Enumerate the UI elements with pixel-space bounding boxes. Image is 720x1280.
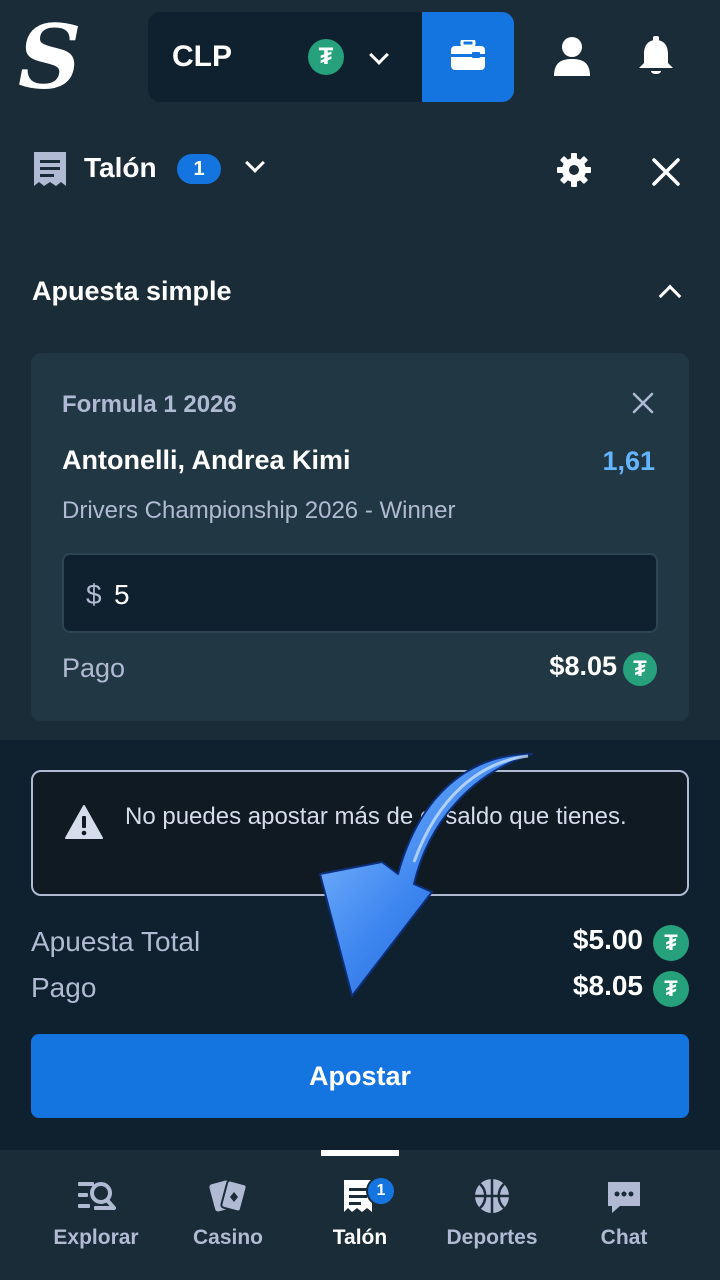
chevron-down-icon[interactable] <box>245 153 265 173</box>
nav-label: Chat <box>600 1226 648 1249</box>
nav-label: Talón <box>332 1226 388 1249</box>
odds-value: 1,61 <box>602 446 655 476</box>
bet-slip-title[interactable]: Talón <box>84 152 157 184</box>
basketball-icon <box>475 1179 509 1213</box>
payout-label: Pago <box>62 653 126 683</box>
bet-slip-header: Talón 1 <box>0 114 720 230</box>
top-bar: S CLP ₮ <box>0 0 720 114</box>
warning-icon <box>65 805 103 839</box>
nav-chat[interactable]: Chat <box>558 1172 690 1262</box>
place-bet-button[interactable]: Apostar <box>31 1034 689 1118</box>
close-icon[interactable] <box>650 156 682 188</box>
total-payout-label: Pago <box>31 972 97 1003</box>
single-bet-section: Apuesta simple Formula 1 2026 Antonelli,… <box>0 230 720 740</box>
nav-label: Deportes <box>446 1226 538 1249</box>
currency-selector[interactable]: CLP ₮ <box>148 12 424 102</box>
stake-input[interactable]: $ 5 <box>62 553 658 633</box>
bet-count-badge: 1 <box>177 154 221 184</box>
cards-icon <box>209 1179 248 1213</box>
arrow-pointer-icon <box>319 753 533 997</box>
nav-bet-slip[interactable]: 1 Talón <box>294 1172 426 1262</box>
remove-bet-icon[interactable] <box>631 391 655 415</box>
event-name: Formula 1 2026 <box>62 391 237 418</box>
receipt-icon <box>34 152 66 186</box>
gear-icon[interactable] <box>556 152 592 188</box>
stake-currency-prefix: $ <box>86 579 102 610</box>
total-stake-label: Apuesta Total <box>31 926 201 957</box>
nav-badge: 1 <box>366 1176 396 1206</box>
search-list-icon <box>78 1182 116 1210</box>
nav-sports[interactable]: Deportes <box>426 1172 558 1262</box>
tether-icon: ₮ <box>653 925 689 961</box>
user-icon[interactable] <box>553 36 591 76</box>
bell-icon[interactable] <box>637 36 675 76</box>
wallet-button[interactable] <box>422 12 514 102</box>
chevron-down-icon <box>369 45 389 65</box>
chat-icon <box>608 1182 640 1213</box>
tether-icon: ₮ <box>308 39 344 75</box>
stake-value: 5 <box>114 579 130 610</box>
total-payout-value: $8.05 <box>572 970 643 1001</box>
market-name: Drivers Championship 2026 - Winner <box>62 497 456 524</box>
wallet-icon <box>451 40 485 70</box>
bet-card: Formula 1 2026 Antonelli, Andrea Kimi 1,… <box>31 353 689 721</box>
currency-label: CLP <box>172 40 232 73</box>
nav-label: Casino <box>192 1226 263 1249</box>
selection-name: Antonelli, Andrea Kimi <box>62 445 351 475</box>
bottom-navigation: Explorar Casino 1 Talón Deportes Chat <box>0 1150 720 1280</box>
active-tab-indicator <box>321 1150 399 1156</box>
section-title: Apuesta simple <box>32 276 232 306</box>
chevron-up-icon[interactable] <box>658 284 682 308</box>
nav-casino[interactable]: Casino <box>162 1172 294 1262</box>
nav-explore[interactable]: Explorar <box>30 1172 162 1262</box>
tether-icon: ₮ <box>653 971 689 1007</box>
tether-icon: ₮ <box>623 652 657 686</box>
total-stake-value: $5.00 <box>572 924 643 955</box>
payout-value: $8.05 <box>549 651 617 681</box>
nav-label: Explorar <box>53 1226 139 1249</box>
logo[interactable]: S <box>18 13 82 101</box>
